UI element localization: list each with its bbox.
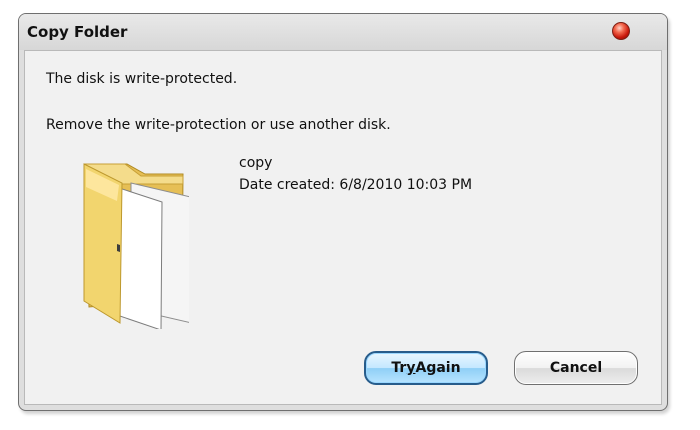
try-again-prefix: Tr — [391, 360, 407, 376]
close-icon[interactable] — [612, 22, 630, 40]
date-created: Date created: 6/8/2010 10:03 PM — [239, 177, 473, 193]
try-again-mnemonic: y — [406, 360, 416, 376]
dialog-content: The disk is write-protected. Remove the … — [24, 50, 662, 405]
try-again-rest: Again — [415, 360, 461, 376]
secondary-message: Remove the write-protection or use anoth… — [46, 117, 391, 133]
dialog-title: Copy Folder — [27, 23, 128, 41]
primary-message: The disk is write-protected. — [46, 71, 238, 87]
try-again-button[interactable]: Tr y Again — [364, 351, 488, 385]
folder-icon — [83, 163, 189, 329]
copy-folder-dialog: Copy Folder The disk is write-protected.… — [18, 13, 668, 411]
cancel-button[interactable]: Cancel — [514, 351, 638, 385]
title-bar: Copy Folder — [19, 14, 667, 50]
file-name: copy — [239, 155, 273, 171]
folder-clip — [117, 244, 120, 252]
